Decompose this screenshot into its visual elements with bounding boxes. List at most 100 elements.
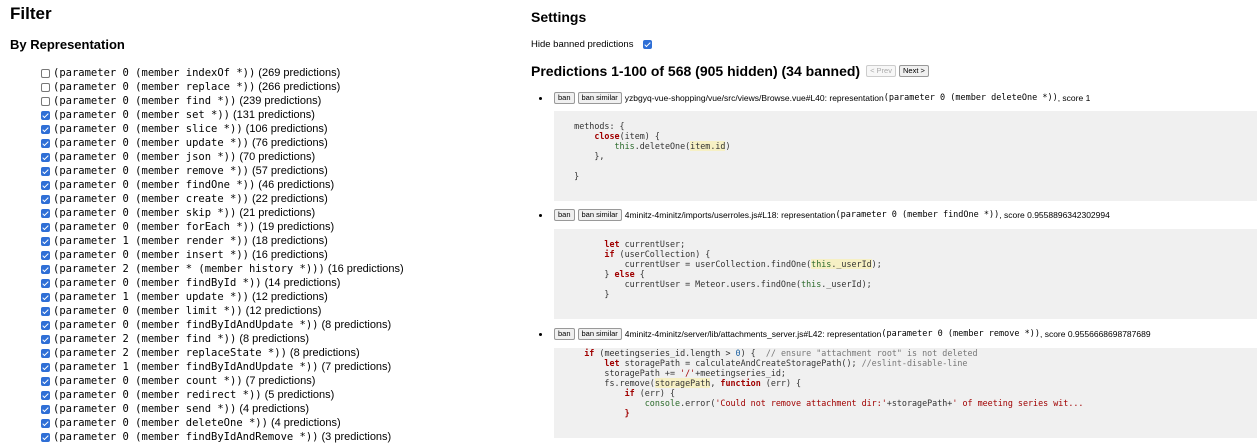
filter-item[interactable]: (parameter 0 (member find *)) (239 predic… bbox=[41, 94, 404, 108]
by-representation-title: By Representation bbox=[10, 37, 125, 52]
ban-button[interactable]: ban bbox=[554, 209, 575, 221]
filter-checkbox[interactable] bbox=[41, 250, 50, 260]
filter-item[interactable]: (parameter 2 (member find *)) (8 predicti… bbox=[41, 332, 404, 346]
filter-item[interactable]: (parameter 1 (member findByIdAndUpdate *… bbox=[41, 360, 404, 374]
hide-banned-label: Hide banned predictions bbox=[531, 39, 634, 50]
filter-checkbox[interactable] bbox=[41, 194, 50, 204]
filter-representation: (parameter 0 (member update *)) bbox=[53, 137, 249, 149]
filter-item[interactable]: (parameter 0 (member limit *)) (12 predic… bbox=[41, 304, 404, 318]
filter-representation: (parameter 2 (member replaceState *)) bbox=[53, 347, 287, 359]
filter-item[interactable]: (parameter 0 (member findOne *)) (46 pred… bbox=[41, 178, 404, 192]
filter-count: (269 predictions) bbox=[258, 67, 341, 79]
filter-checkbox[interactable] bbox=[41, 306, 50, 316]
filter-item[interactable]: (parameter 0 (member insert *)) (16 predi… bbox=[41, 248, 404, 262]
filter-count: (12 predictions) bbox=[251, 291, 328, 303]
filter-checkbox[interactable] bbox=[41, 82, 50, 92]
filter-checkbox[interactable] bbox=[41, 278, 50, 288]
filter-item[interactable]: (parameter 0 (member forEach *)) (19 pred… bbox=[41, 220, 404, 234]
filter-item[interactable]: (parameter 1 (member render *)) (18 predi… bbox=[41, 234, 404, 248]
filter-representation: (parameter 0 (member forEach *)) bbox=[53, 221, 256, 233]
filter-checkbox[interactable] bbox=[41, 96, 50, 106]
ban-similar-button[interactable]: ban similar bbox=[577, 328, 622, 340]
filter-checkbox[interactable] bbox=[41, 208, 50, 218]
filter-title: Filter bbox=[10, 4, 52, 23]
filter-checkbox[interactable] bbox=[41, 68, 50, 78]
filter-item[interactable]: (parameter 2 (member replaceState *)) (8 … bbox=[41, 346, 404, 360]
filter-count: (8 predictions) bbox=[321, 319, 392, 331]
filter-item[interactable]: (parameter 0 (member redirect *)) (5 pred… bbox=[41, 388, 404, 402]
filter-checkbox[interactable] bbox=[41, 138, 50, 148]
ban-button[interactable]: ban bbox=[554, 92, 575, 104]
filter-item[interactable]: (parameter 0 (member set *)) (131 predict… bbox=[41, 108, 404, 122]
hide-banned-checkbox[interactable] bbox=[643, 40, 653, 49]
filter-checkbox[interactable] bbox=[41, 418, 50, 428]
filter-checkbox[interactable] bbox=[41, 166, 50, 176]
filter-representation: (parameter 0 (member replace *)) bbox=[53, 81, 256, 93]
filter-checkbox[interactable] bbox=[41, 376, 50, 386]
code-snippet: let currentUser; if (userCollection) { c… bbox=[554, 229, 1257, 319]
result-location: yzbgyq-vue-shopping/vue/src/views/Browse… bbox=[624, 93, 884, 103]
next-button[interactable]: Next > bbox=[898, 65, 929, 77]
filter-item[interactable]: (parameter 0 (member create *)) (22 predi… bbox=[41, 192, 404, 206]
prev-button[interactable]: < Prev bbox=[866, 65, 896, 77]
result-location: 4minitz-4minitz/server/lib/attachments_s… bbox=[624, 329, 882, 339]
prediction-result: ban ban similar 4minitz-4minitz/imports/… bbox=[539, 209, 1110, 221]
filter-checkbox[interactable] bbox=[41, 292, 50, 302]
filter-item[interactable]: (parameter 0 (member remove *)) (57 predi… bbox=[41, 164, 404, 178]
filter-item[interactable]: (parameter 0 (member update *)) (76 predi… bbox=[41, 136, 404, 150]
filter-item[interactable]: (parameter 0 (member skip *)) (21 predict… bbox=[41, 206, 404, 220]
filter-count: (4 predictions) bbox=[239, 403, 310, 415]
filter-checkbox[interactable] bbox=[41, 348, 50, 358]
filter-representation: (parameter 0 (member find *)) bbox=[53, 95, 237, 107]
predictions-title: Predictions 1-100 of 568 (905 hidden) (3… bbox=[531, 63, 861, 79]
filter-checkbox[interactable] bbox=[41, 432, 50, 442]
filter-checkbox[interactable] bbox=[41, 180, 50, 190]
filter-item[interactable]: (parameter 0 (member replace *)) (266 pre… bbox=[41, 80, 404, 94]
filter-item[interactable]: (parameter 2 (member * (member history *… bbox=[41, 262, 404, 276]
filter-checkbox[interactable] bbox=[41, 110, 50, 120]
settings-title: Settings bbox=[531, 9, 587, 25]
filter-representation: (parameter 0 (member insert *)) bbox=[53, 249, 249, 261]
bullet-icon bbox=[539, 332, 542, 336]
filter-item[interactable]: (parameter 0 (member send *)) (4 predicti… bbox=[41, 402, 404, 416]
filter-checkbox[interactable] bbox=[41, 404, 50, 414]
filter-item[interactable]: (parameter 0 (member deleteOne *)) (4 pre… bbox=[41, 416, 404, 430]
filter-checkbox[interactable] bbox=[41, 320, 50, 330]
ban-button[interactable]: ban bbox=[554, 328, 575, 340]
filter-item[interactable]: (parameter 0 (member json *)) (70 predict… bbox=[41, 150, 404, 164]
filter-item[interactable]: (parameter 1 (member update *)) (12 predi… bbox=[41, 290, 404, 304]
filter-representation: (parameter 1 (member findByIdAndUpdate *… bbox=[53, 361, 319, 373]
filter-representation: (parameter 0 (member remove *)) bbox=[53, 165, 249, 177]
filter-representation: (parameter 0 (member findOne *)) bbox=[53, 179, 256, 191]
filter-checkbox[interactable] bbox=[41, 236, 50, 246]
filter-checkbox[interactable] bbox=[41, 362, 50, 372]
filter-item[interactable]: (parameter 0 (member indexOf *)) (269 pre… bbox=[41, 66, 404, 80]
filter-count: (12 predictions) bbox=[245, 305, 322, 317]
filter-representation: (parameter 2 (member find *)) bbox=[53, 333, 237, 345]
filter-item[interactable]: (parameter 0 (member slice *)) (106 predi… bbox=[41, 122, 404, 136]
filter-count: (8 predictions) bbox=[239, 333, 310, 345]
filter-checkbox[interactable] bbox=[41, 124, 50, 134]
filter-representation: (parameter 0 (member findById *)) bbox=[53, 277, 262, 289]
ban-similar-button[interactable]: ban similar bbox=[577, 209, 622, 221]
filter-checkbox[interactable] bbox=[41, 264, 50, 274]
filter-count: (16 predictions) bbox=[327, 263, 404, 275]
filter-checkbox[interactable] bbox=[41, 390, 50, 400]
filter-count: (70 predictions) bbox=[239, 151, 316, 163]
filter-item[interactable]: (parameter 0 (member findByIdAndUpdate *… bbox=[41, 318, 404, 332]
filter-item[interactable]: (parameter 0 (member count *)) (7 predict… bbox=[41, 374, 404, 388]
filter-representation: (parameter 0 (member indexOf *)) bbox=[53, 67, 256, 79]
filter-checkbox[interactable] bbox=[41, 334, 50, 344]
result-score: , score 0.9558896342302994 bbox=[999, 210, 1110, 220]
filter-item[interactable]: (parameter 0 (member findByIdAndRemove *… bbox=[41, 430, 404, 444]
filter-count: (19 predictions) bbox=[258, 221, 335, 233]
ban-similar-button[interactable]: ban similar bbox=[577, 92, 622, 104]
bullet-icon bbox=[539, 96, 542, 100]
filter-item[interactable]: (parameter 0 (member findById *)) (14 pre… bbox=[41, 276, 404, 290]
filter-representation: (parameter 1 (member render *)) bbox=[53, 235, 249, 247]
filter-count: (16 predictions) bbox=[251, 249, 328, 261]
prediction-result: ban ban similar 4minitz-4minitz/server/l… bbox=[539, 328, 1151, 340]
filter-checkbox[interactable] bbox=[41, 222, 50, 232]
code-snippet: if (meetingseries_id.length > 0) { // en… bbox=[554, 348, 1257, 438]
filter-checkbox[interactable] bbox=[41, 152, 50, 162]
